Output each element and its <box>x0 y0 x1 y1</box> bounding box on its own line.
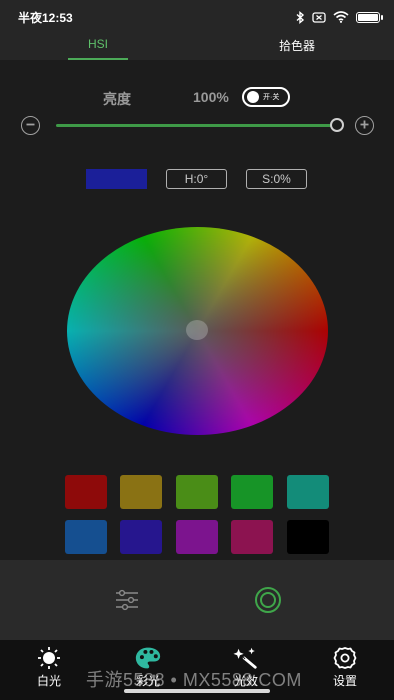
preset-swatch[interactable] <box>120 520 162 554</box>
nav-label: 白光 <box>36 674 61 688</box>
battery-icon <box>356 11 383 23</box>
bluetooth-icon <box>296 10 305 24</box>
notification-muted-icon <box>312 11 326 23</box>
nav-settings[interactable]: 设置 <box>315 640 375 700</box>
home-indicator[interactable] <box>124 689 270 693</box>
toggle-knob <box>247 91 259 103</box>
plus-icon <box>360 120 369 129</box>
color-wheel-cursor[interactable] <box>186 320 208 340</box>
brightness-increase-button[interactable] <box>355 116 374 135</box>
current-color-preview <box>86 169 147 189</box>
wifi-icon <box>333 11 349 23</box>
sun-icon <box>36 646 62 670</box>
preset-swatch[interactable] <box>176 520 218 554</box>
minus-icon <box>26 123 35 126</box>
status-bar: 半夜12:53 <box>0 0 394 34</box>
tab-color-picker[interactable]: 拾色器 <box>262 34 332 60</box>
tab-hsi[interactable]: HSI <box>68 34 128 60</box>
preset-swatch[interactable] <box>231 475 273 509</box>
brightness-label: 亮度 <box>103 91 131 107</box>
color-wheel-mode-icon[interactable] <box>255 587 281 613</box>
nav-label: 设置 <box>332 674 357 688</box>
preset-swatch[interactable] <box>231 520 273 554</box>
preset-swatch[interactable] <box>120 475 162 509</box>
mode-control-bar <box>0 560 394 640</box>
gear-icon <box>332 646 358 670</box>
tab-bar: HSI 拾色器 <box>0 34 394 60</box>
brightness-value: 100% <box>193 89 229 105</box>
toggle-label: 开·关 <box>263 94 280 101</box>
sliders-icon[interactable] <box>114 589 140 611</box>
preset-swatch[interactable] <box>176 475 218 509</box>
saturation-readout: S:0% <box>246 169 307 189</box>
preset-swatch[interactable] <box>287 475 329 509</box>
status-time: 半夜12:53 <box>18 10 73 25</box>
hue-readout: H:0° <box>166 169 227 189</box>
brightness-slider-track[interactable] <box>56 124 336 127</box>
brightness-decrease-button[interactable] <box>21 116 40 135</box>
power-toggle[interactable]: 开·关 <box>242 87 290 107</box>
preset-swatch[interactable] <box>287 520 329 554</box>
status-icons <box>296 10 383 24</box>
brightness-slider-thumb[interactable] <box>330 118 344 132</box>
preset-swatch[interactable] <box>65 475 107 509</box>
preset-swatch[interactable] <box>65 520 107 554</box>
nav-white-light[interactable]: 白光 <box>19 640 79 700</box>
